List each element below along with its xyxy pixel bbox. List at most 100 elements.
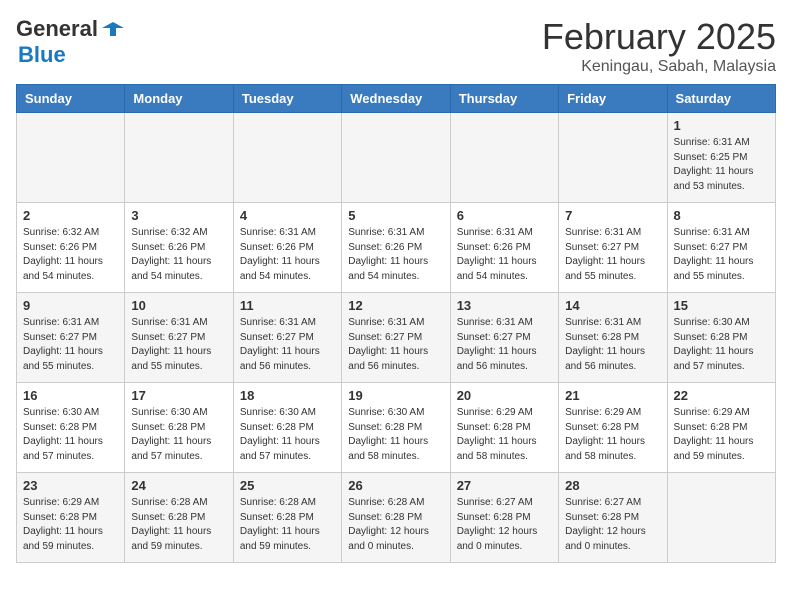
calendar-cell: 9 Sunrise: 6:31 AM Sunset: 6:27 PM Daylig… — [17, 293, 125, 383]
calendar-cell: 1 Sunrise: 6:31 AM Sunset: 6:25 PM Daylig… — [667, 113, 775, 203]
calendar-header-thursday: Thursday — [450, 85, 558, 113]
calendar-cell: 16 Sunrise: 6:30 AM Sunset: 6:28 PM Dayli… — [17, 383, 125, 473]
title-block: February 2025 Keningau, Sabah, Malaysia — [542, 16, 776, 76]
day-number: 20 — [457, 388, 552, 403]
day-number: 22 — [674, 388, 769, 403]
page-header: General Blue February 2025 Keningau, Sab… — [16, 16, 776, 76]
day-info: Sunrise: 6:31 AM Sunset: 6:27 PM Dayligh… — [240, 316, 335, 374]
calendar-cell: 3 Sunrise: 6:32 AM Sunset: 6:26 PM Daylig… — [125, 203, 233, 293]
calendar-cell — [125, 113, 233, 203]
calendar-cell — [667, 473, 775, 563]
calendar-cell: 18 Sunrise: 6:30 AM Sunset: 6:28 PM Dayli… — [233, 383, 341, 473]
day-info: Sunrise: 6:32 AM Sunset: 6:26 PM Dayligh… — [131, 226, 226, 284]
day-info: Sunrise: 6:31 AM Sunset: 6:27 PM Dayligh… — [348, 316, 443, 374]
logo-blue: Blue — [18, 42, 66, 68]
day-number: 7 — [565, 208, 660, 223]
day-info: Sunrise: 6:28 AM Sunset: 6:28 PM Dayligh… — [240, 496, 335, 554]
day-info: Sunrise: 6:29 AM Sunset: 6:28 PM Dayligh… — [457, 406, 552, 464]
day-info: Sunrise: 6:30 AM Sunset: 6:28 PM Dayligh… — [240, 406, 335, 464]
calendar-header-saturday: Saturday — [667, 85, 775, 113]
calendar-cell — [233, 113, 341, 203]
day-number: 2 — [23, 208, 118, 223]
calendar-cell — [559, 113, 667, 203]
calendar-header-tuesday: Tuesday — [233, 85, 341, 113]
calendar-header-friday: Friday — [559, 85, 667, 113]
logo-general: General — [16, 16, 98, 42]
calendar-cell: 25 Sunrise: 6:28 AM Sunset: 6:28 PM Dayli… — [233, 473, 341, 563]
day-info: Sunrise: 6:31 AM Sunset: 6:26 PM Dayligh… — [240, 226, 335, 284]
week-row-3: 9 Sunrise: 6:31 AM Sunset: 6:27 PM Daylig… — [17, 293, 776, 383]
day-info: Sunrise: 6:27 AM Sunset: 6:28 PM Dayligh… — [565, 496, 660, 554]
calendar-cell: 21 Sunrise: 6:29 AM Sunset: 6:28 PM Dayli… — [559, 383, 667, 473]
calendar-cell: 27Sunrise: 6:27 AM Sunset: 6:28 PM Dayli… — [450, 473, 558, 563]
day-number: 28 — [565, 478, 660, 493]
day-info: Sunrise: 6:31 AM Sunset: 6:27 PM Dayligh… — [674, 226, 769, 284]
day-number: 5 — [348, 208, 443, 223]
calendar-cell: 19 Sunrise: 6:30 AM Sunset: 6:28 PM Dayli… — [342, 383, 450, 473]
calendar-cell: 5 Sunrise: 6:31 AM Sunset: 6:26 PM Daylig… — [342, 203, 450, 293]
calendar-header-wednesday: Wednesday — [342, 85, 450, 113]
day-info: Sunrise: 6:30 AM Sunset: 6:28 PM Dayligh… — [23, 406, 118, 464]
day-info: Sunrise: 6:30 AM Sunset: 6:28 PM Dayligh… — [131, 406, 226, 464]
day-number: 19 — [348, 388, 443, 403]
month-title: February 2025 — [542, 16, 776, 58]
day-number: 18 — [240, 388, 335, 403]
week-row-5: 23 Sunrise: 6:29 AM Sunset: 6:28 PM Dayli… — [17, 473, 776, 563]
day-number: 24 — [131, 478, 226, 493]
day-info: Sunrise: 6:31 AM Sunset: 6:27 PM Dayligh… — [565, 226, 660, 284]
day-info: Sunrise: 6:29 AM Sunset: 6:28 PM Dayligh… — [23, 496, 118, 554]
calendar-cell: 13 Sunrise: 6:31 AM Sunset: 6:27 PM Dayli… — [450, 293, 558, 383]
calendar-cell: 6 Sunrise: 6:31 AM Sunset: 6:26 PM Daylig… — [450, 203, 558, 293]
day-info: Sunrise: 6:32 AM Sunset: 6:26 PM Dayligh… — [23, 226, 118, 284]
day-info: Sunrise: 6:31 AM Sunset: 6:27 PM Dayligh… — [131, 316, 226, 374]
calendar-header-monday: Monday — [125, 85, 233, 113]
calendar-cell: 7 Sunrise: 6:31 AM Sunset: 6:27 PM Daylig… — [559, 203, 667, 293]
day-number: 9 — [23, 298, 118, 313]
calendar-cell: 24 Sunrise: 6:28 AM Sunset: 6:28 PM Dayli… — [125, 473, 233, 563]
day-number: 16 — [23, 388, 118, 403]
day-number: 8 — [674, 208, 769, 223]
day-number: 21 — [565, 388, 660, 403]
day-number: 23 — [23, 478, 118, 493]
day-number: 11 — [240, 298, 335, 313]
day-number: 4 — [240, 208, 335, 223]
calendar-header-sunday: Sunday — [17, 85, 125, 113]
calendar-cell: 23 Sunrise: 6:29 AM Sunset: 6:28 PM Dayli… — [17, 473, 125, 563]
day-info: Sunrise: 6:31 AM Sunset: 6:28 PM Dayligh… — [565, 316, 660, 374]
day-number: 13 — [457, 298, 552, 313]
calendar-cell: 4 Sunrise: 6:31 AM Sunset: 6:26 PM Daylig… — [233, 203, 341, 293]
calendar-cell: 26Sunrise: 6:28 AM Sunset: 6:28 PM Dayli… — [342, 473, 450, 563]
day-info: Sunrise: 6:30 AM Sunset: 6:28 PM Dayligh… — [674, 316, 769, 374]
day-info: Sunrise: 6:31 AM Sunset: 6:26 PM Dayligh… — [457, 226, 552, 284]
day-info: Sunrise: 6:29 AM Sunset: 6:28 PM Dayligh… — [674, 406, 769, 464]
day-info: Sunrise: 6:31 AM Sunset: 6:27 PM Dayligh… — [457, 316, 552, 374]
day-info: Sunrise: 6:28 AM Sunset: 6:28 PM Dayligh… — [131, 496, 226, 554]
calendar-cell — [17, 113, 125, 203]
day-number: 1 — [674, 118, 769, 133]
calendar-cell: 15Sunrise: 6:30 AM Sunset: 6:28 PM Dayli… — [667, 293, 775, 383]
calendar-cell: 14Sunrise: 6:31 AM Sunset: 6:28 PM Dayli… — [559, 293, 667, 383]
day-info: Sunrise: 6:30 AM Sunset: 6:28 PM Dayligh… — [348, 406, 443, 464]
day-number: 3 — [131, 208, 226, 223]
day-number: 10 — [131, 298, 226, 313]
calendar-cell: 22 Sunrise: 6:29 AM Sunset: 6:28 PM Dayli… — [667, 383, 775, 473]
location: Keningau, Sabah, Malaysia — [542, 58, 776, 76]
logo: General Blue — [16, 16, 124, 68]
calendar-cell: 20 Sunrise: 6:29 AM Sunset: 6:28 PM Dayli… — [450, 383, 558, 473]
week-row-4: 16 Sunrise: 6:30 AM Sunset: 6:28 PM Dayli… — [17, 383, 776, 473]
day-info: Sunrise: 6:31 AM Sunset: 6:27 PM Dayligh… — [23, 316, 118, 374]
day-number: 27 — [457, 478, 552, 493]
calendar-cell: 28 Sunrise: 6:27 AM Sunset: 6:28 PM Dayli… — [559, 473, 667, 563]
calendar-header-row: SundayMondayTuesdayWednesdayThursdayFrid… — [17, 85, 776, 113]
day-info: Sunrise: 6:29 AM Sunset: 6:28 PM Dayligh… — [565, 406, 660, 464]
week-row-1: 1 Sunrise: 6:31 AM Sunset: 6:25 PM Daylig… — [17, 113, 776, 203]
day-number: 25 — [240, 478, 335, 493]
day-number: 6 — [457, 208, 552, 223]
calendar-cell: 8 Sunrise: 6:31 AM Sunset: 6:27 PM Daylig… — [667, 203, 775, 293]
week-row-2: 2 Sunrise: 6:32 AM Sunset: 6:26 PM Daylig… — [17, 203, 776, 293]
calendar-cell — [342, 113, 450, 203]
day-info: Sunrise: 6:31 AM Sunset: 6:26 PM Dayligh… — [348, 226, 443, 284]
day-number: 12 — [348, 298, 443, 313]
day-number: 26 — [348, 478, 443, 493]
day-info: Sunrise: 6:31 AM Sunset: 6:25 PM Dayligh… — [674, 136, 769, 194]
